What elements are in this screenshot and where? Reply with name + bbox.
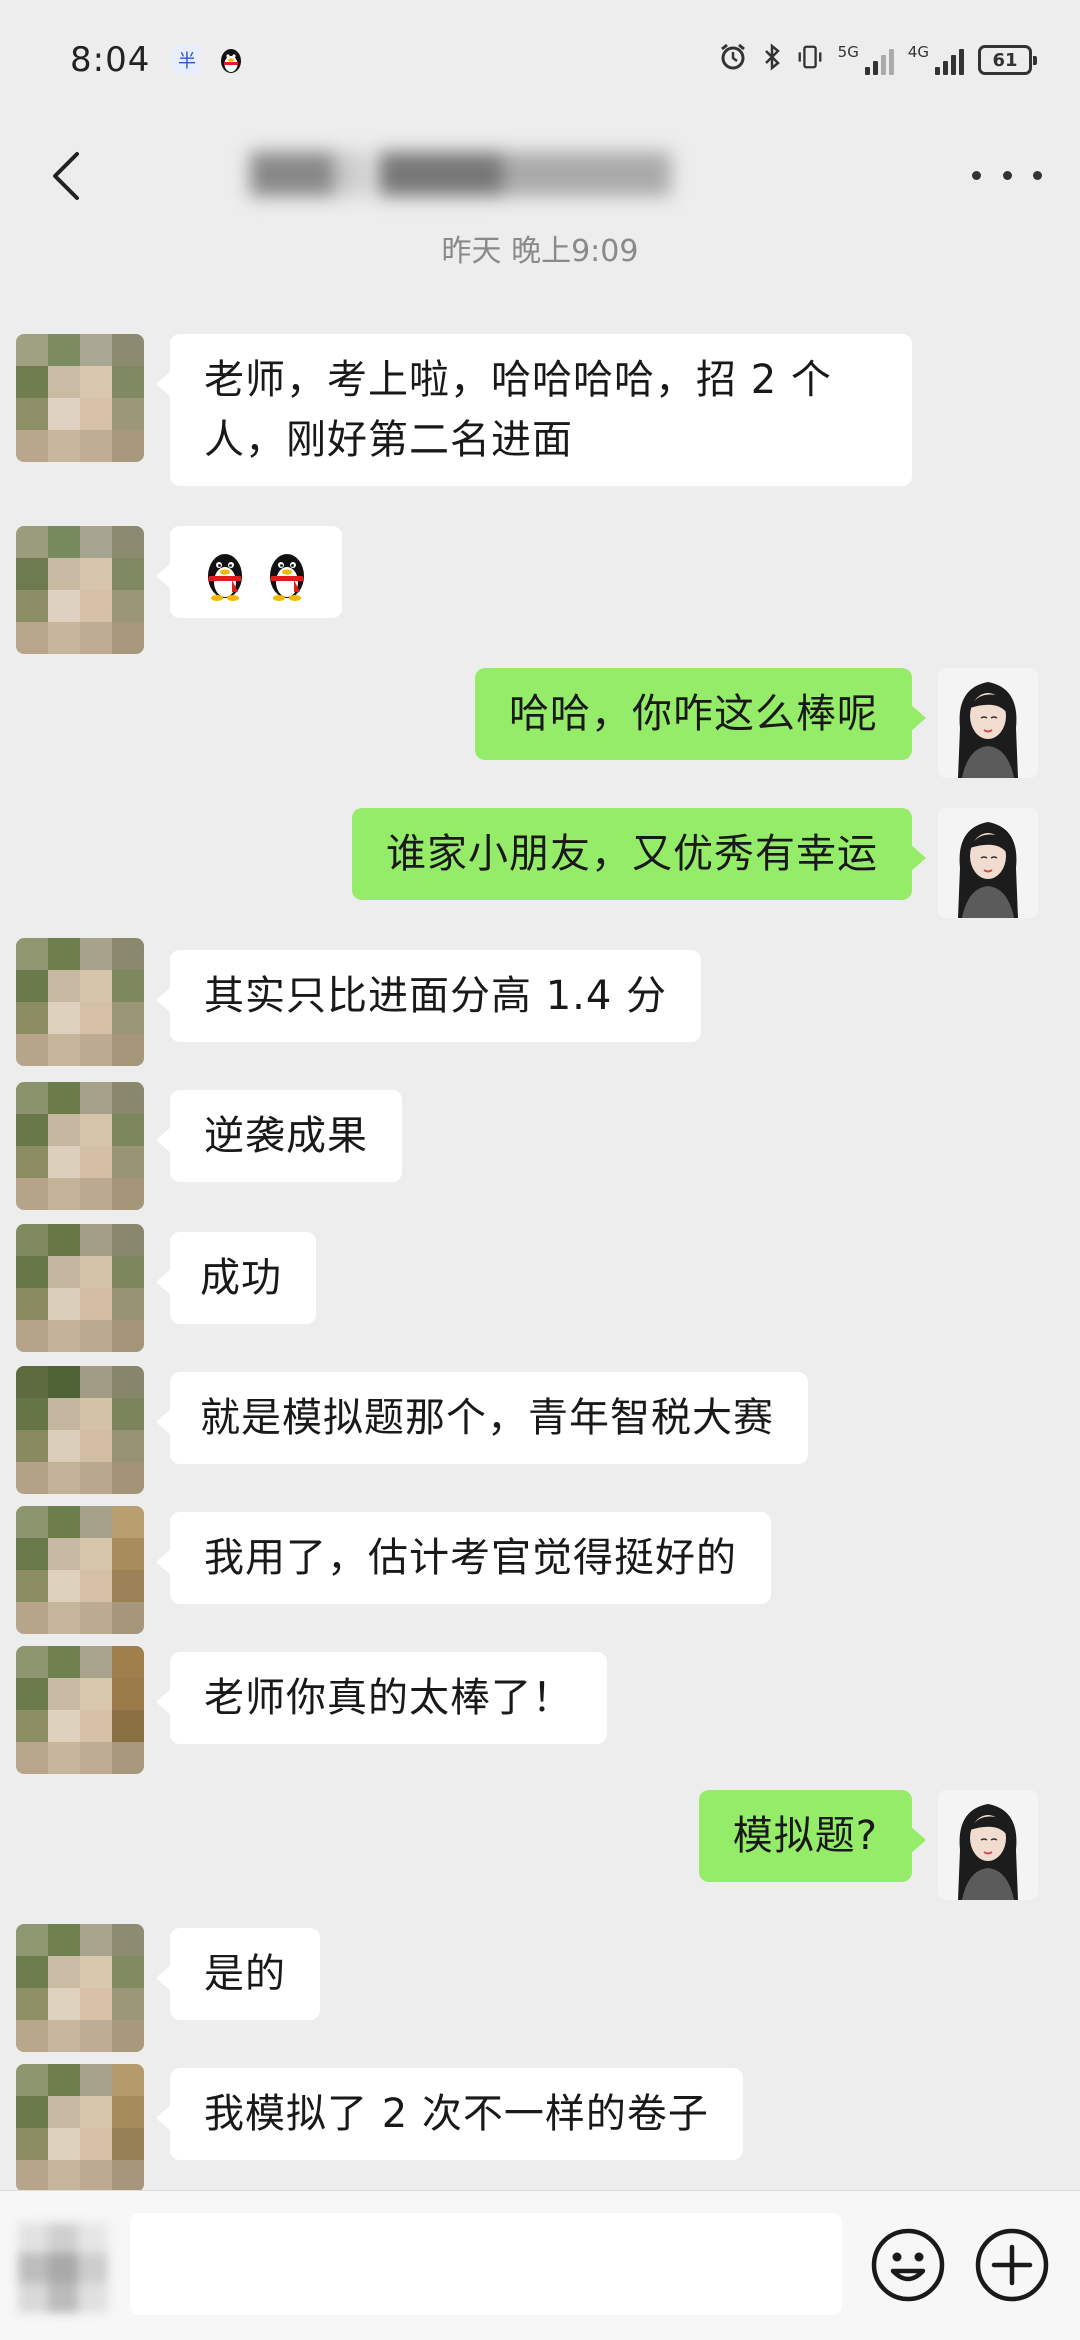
- woman-portrait-icon: [938, 808, 1038, 918]
- message-timestamp: 昨天 晚上9:09: [441, 234, 639, 269]
- bluetooth-icon: [762, 42, 782, 79]
- network-5g-label: 5G: [837, 42, 859, 61]
- signal-5g-icon: [864, 45, 894, 75]
- incoming-message-bubble[interactable]: 我模拟了 2 次不一样的卷子: [156, 2068, 743, 2160]
- incoming-message-bubble[interactable]: 是的: [156, 1928, 320, 2020]
- contact-avatar[interactable]: [16, 1646, 144, 1774]
- incoming-message-bubble[interactable]: 就是模拟题那个，青年智税大赛: [156, 1372, 808, 1464]
- contact-avatar[interactable]: [16, 1924, 144, 2052]
- chevron-left-icon: [53, 152, 79, 200]
- more-options-button[interactable]: [972, 150, 1042, 200]
- unicom-icon: 半: [172, 45, 202, 75]
- status-bar: 8:04 半 5G 4G 61: [0, 0, 1080, 120]
- incoming-message-bubble[interactable]: 其实只比进面分高 1.4 分: [155, 950, 702, 1042]
- voice-button[interactable]: [18, 2223, 108, 2313]
- incoming-message-bubble[interactable]: 我用了，估计考官觉得挺好的: [156, 1512, 771, 1604]
- back-button[interactable]: [36, 142, 96, 210]
- chat-title-text: ████ ██████████: [250, 152, 672, 196]
- incoming-message-bubble[interactable]: 老师你真的太棒了！: [156, 1652, 607, 1744]
- penguin-scarf-emoji: [262, 546, 312, 602]
- contact-avatar[interactable]: [16, 2064, 144, 2192]
- penguin-scarf-emoji: [200, 546, 250, 602]
- outgoing-message-bubble[interactable]: 哈哈，你咋这么棒呢: [475, 668, 926, 760]
- woman-portrait-icon: [938, 668, 1038, 778]
- woman-portrait-icon: [938, 1790, 1038, 1900]
- outgoing-message-bubble[interactable]: 谁家小朋友，又优秀有幸运: [352, 808, 926, 900]
- network-4g-label: 4G: [907, 42, 929, 61]
- contact-avatar[interactable]: [16, 1366, 144, 1494]
- contact-avatar[interactable]: [16, 1082, 144, 1210]
- status-time: 8:04: [70, 40, 151, 80]
- incoming-message-bubble[interactable]: 成功: [156, 1232, 316, 1324]
- vibrate-icon: [796, 42, 824, 79]
- contact-avatar[interactable]: [16, 526, 144, 654]
- incoming-message-bubble[interactable]: 逆袭成果: [156, 1090, 402, 1182]
- user-avatar[interactable]: [938, 668, 1038, 778]
- plus-button[interactable]: [972, 2225, 1052, 2305]
- alarm-icon: [718, 42, 748, 79]
- more-dot: [1002, 170, 1012, 180]
- battery-level: 61: [992, 49, 1018, 71]
- user-avatar[interactable]: [938, 1790, 1038, 1900]
- more-dot: [1033, 170, 1042, 180]
- battery-icon: 61: [978, 45, 1037, 75]
- message-input[interactable]: [130, 2213, 842, 2315]
- contact-avatar[interactable]: [16, 1224, 144, 1352]
- outgoing-message-bubble[interactable]: 模拟题?: [698, 1790, 927, 1882]
- plus-circle-icon: [975, 2228, 1049, 2302]
- signal-4g-icon: [935, 45, 964, 75]
- smiley-icon: [871, 2228, 945, 2302]
- incoming-message-bubble[interactable]: 老师，考上啦，哈哈哈哈，招 2 个人，刚好第二名进面: [156, 334, 912, 486]
- status-app-icons: 半: [172, 45, 246, 75]
- incoming-emoji-bubble[interactable]: [156, 526, 342, 618]
- contact-avatar[interactable]: [16, 938, 144, 1066]
- contact-avatar[interactable]: [16, 334, 144, 462]
- input-bar: [0, 2190, 1080, 2340]
- emoji-button[interactable]: [868, 2225, 948, 2305]
- chat-header: ████ ██████████: [0, 120, 1080, 232]
- penguin-icon: [216, 45, 246, 75]
- contact-avatar[interactable]: [16, 1506, 144, 1634]
- user-avatar[interactable]: [938, 808, 1038, 918]
- more-dot: [972, 170, 981, 180]
- status-right-icons: 5G 4G 61: [718, 42, 1037, 79]
- chat-title: ████ ██████████: [250, 146, 800, 202]
- svg-text:半: 半: [178, 51, 196, 72]
